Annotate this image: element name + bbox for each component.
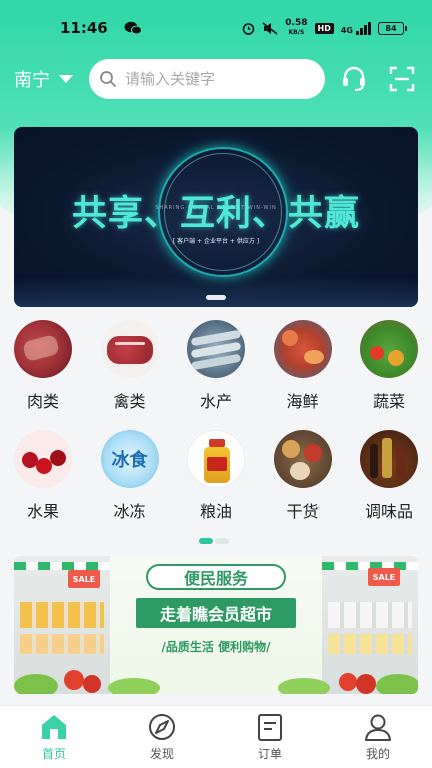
fish-icon: [187, 320, 245, 378]
home-icon: [42, 715, 66, 739]
nav-home[interactable]: 首页: [19, 712, 89, 762]
nav-profile[interactable]: 我的: [343, 712, 413, 762]
order-icon: [258, 714, 282, 741]
profile-icon: [365, 714, 391, 741]
promo-main-text: 走着瞧会员超市: [136, 598, 296, 628]
promo-heading: 便民服务: [146, 564, 286, 590]
oil-bottle-icon: [187, 430, 245, 488]
city-label: 南宁: [14, 70, 50, 91]
banner-title: 共享、互利、共赢: [71, 194, 360, 234]
frozen-icon-text: 冰食: [111, 450, 148, 471]
nav-orders[interactable]: 订单: [235, 712, 305, 762]
search-row: 南宁: [14, 59, 420, 99]
vegetables-illustration: [14, 670, 418, 694]
sale-sign: SALE: [68, 570, 100, 588]
banner-subtitle: [ 客户端 + 企业平台 + 供应方 ]: [172, 238, 260, 245]
battery-icon: 84: [378, 21, 407, 35]
alarm-icon: [243, 22, 255, 35]
nav-discover[interactable]: 发现: [127, 712, 197, 762]
mute-icon: [262, 21, 278, 35]
category-seasoning[interactable]: 调味品: [360, 430, 418, 540]
status-time: 11:46: [60, 19, 108, 37]
city-selector[interactable]: 南宁: [14, 66, 73, 92]
category-fish[interactable]: 水产: [187, 320, 245, 430]
dried-goods-icon: [273, 430, 332, 488]
wechat-icon: [124, 21, 142, 35]
hd-badge: HD: [314, 22, 334, 34]
net-speed: 0.58 KB/S: [285, 18, 308, 37]
category-fruit[interactable]: 水果: [14, 430, 72, 540]
search-icon: [100, 71, 116, 87]
convenience-service-banner[interactable]: SALE SALE 便民服务 走着瞧会员超市 /品质生活 便利购物/: [14, 556, 418, 694]
cherries-icon: [14, 430, 72, 488]
meat-icon: [14, 320, 72, 378]
vegetables-icon: [360, 320, 418, 378]
category-row: 水果 冰食 冰冻 粮油 干货 调味品: [0, 430, 432, 540]
category-vegetables[interactable]: 蔬菜: [360, 320, 418, 430]
chevron-down-icon: [59, 75, 73, 83]
poultry-icon: [100, 320, 159, 378]
seafood-icon: [273, 320, 332, 378]
category-frozen[interactable]: 冰食 冰冻: [100, 430, 159, 540]
customer-service-icon[interactable]: [339, 64, 369, 94]
category-seafood[interactable]: 海鲜: [273, 320, 332, 430]
category-grain-oil[interactable]: 粮油: [187, 430, 245, 540]
seasoning-icon: [360, 430, 418, 488]
status-bar: 11:46 0.58 KB/S HD 4G 84: [0, 0, 432, 56]
sale-sign: SALE: [368, 568, 400, 586]
category-poultry[interactable]: 禽类: [100, 320, 159, 430]
frozen-icon: 冰食: [100, 430, 159, 488]
category-meat[interactable]: 肉类: [14, 320, 72, 430]
status-indicators: 0.58 KB/S HD 4G 84: [242, 18, 407, 37]
category-row: 肉类 禽类 水产 海鲜 蔬菜: [0, 320, 432, 430]
search-input[interactable]: [125, 70, 315, 88]
search-box[interactable]: [89, 59, 325, 99]
category-grid: 肉类 禽类 水产 海鲜 蔬菜 水果 冰食 冰冻 粮油 干货 调味品: [0, 320, 432, 540]
promo-banner-carousel[interactable]: SHARING·MUTUAL BENEFIT·WIN-WIN 共享、互利、共赢 …: [14, 127, 418, 307]
promo-slogan: /品质生活 便利购物/: [161, 640, 271, 654]
banner-page-indicator: [206, 295, 226, 300]
bottom-nav: 首页 发现 订单 我的: [0, 705, 432, 768]
scan-icon[interactable]: [387, 64, 417, 94]
discover-icon: [149, 714, 175, 740]
category-dried-goods[interactable]: 干货: [273, 430, 332, 540]
category-page-indicator: [199, 538, 233, 544]
signal-icon: 4G: [341, 21, 371, 35]
